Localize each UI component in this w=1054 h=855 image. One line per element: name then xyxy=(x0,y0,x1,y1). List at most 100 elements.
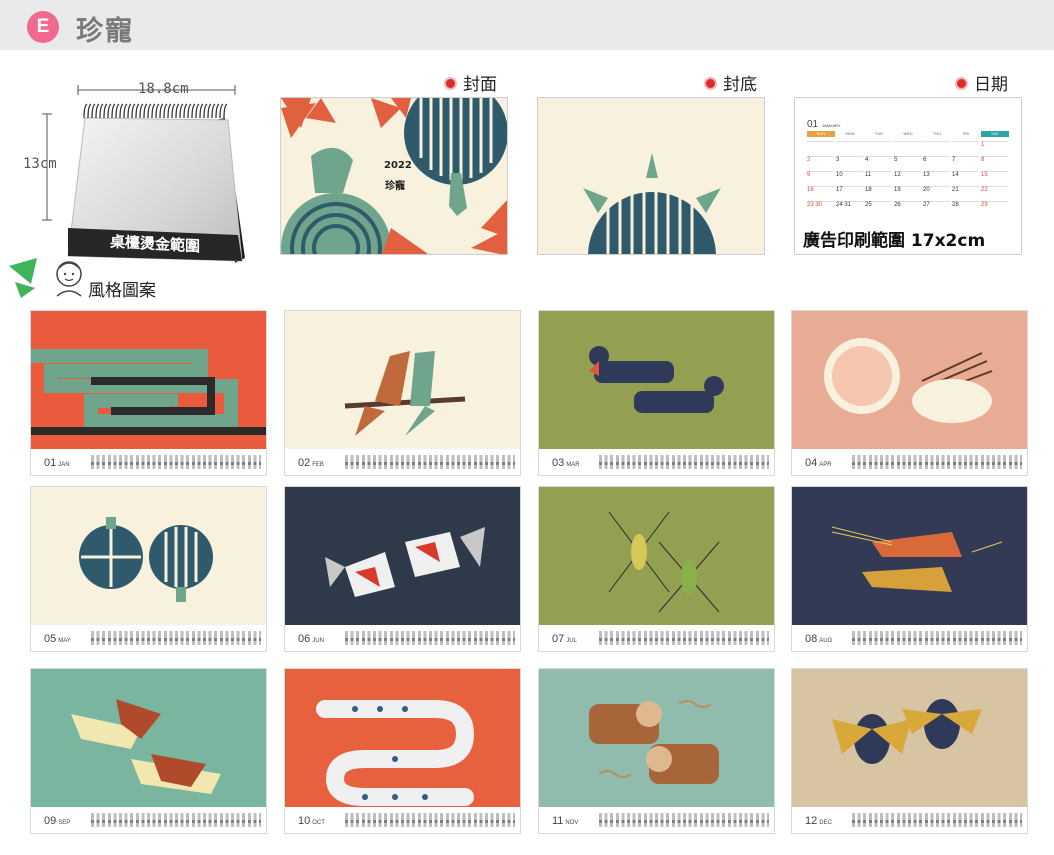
calendar-day xyxy=(865,141,892,154)
month-illustration xyxy=(608,511,720,613)
month-date-strip: 08 AUG xyxy=(792,625,1027,651)
month-number: 08 xyxy=(805,633,818,645)
month-illustration xyxy=(325,527,485,597)
month-number: 02 xyxy=(298,457,311,469)
month-artwork xyxy=(31,311,266,449)
month-date-strip: 03 MAR xyxy=(539,449,774,475)
weekday-header: SUN xyxy=(807,131,835,137)
month-label: 11 NOV xyxy=(552,815,578,827)
month-illustration xyxy=(71,699,221,794)
month-label: 02 FEB xyxy=(298,457,324,469)
section-badge: E xyxy=(27,11,59,43)
calendar-day: 24 31 xyxy=(836,201,863,214)
cover-preview: 2022 珍寵 xyxy=(280,97,508,255)
dates-row xyxy=(91,638,261,641)
calendar-day: 25 xyxy=(865,201,892,214)
month-artwork xyxy=(285,669,520,807)
calendar-day: 5 xyxy=(894,156,921,169)
month-card-08: 08 AUG xyxy=(791,486,1028,652)
month-card-04: 04 APR xyxy=(791,310,1028,476)
dates-row xyxy=(599,638,769,641)
style-section-icon xyxy=(9,258,82,298)
month-illustration xyxy=(31,349,266,435)
calendar-day xyxy=(836,141,863,154)
month-name: OCT xyxy=(312,820,325,826)
month-illustration xyxy=(316,700,475,806)
calendar-day: 18 xyxy=(865,186,892,199)
month-label: 07 JUL xyxy=(552,633,577,645)
month-name: APR xyxy=(819,462,832,468)
month-date-strip: 07 JUL xyxy=(539,625,774,651)
dates-row xyxy=(345,462,515,465)
calendar-day: 21 xyxy=(952,186,979,199)
month-label: 05 MAY xyxy=(44,633,71,645)
calendar-day: 7 xyxy=(952,156,979,169)
month-date-strip: 01 JAN xyxy=(31,449,266,475)
calendar-day: 2 xyxy=(807,156,834,169)
dates-row xyxy=(345,638,515,641)
calendar-day xyxy=(952,141,979,154)
weekday-header: THU xyxy=(923,131,951,137)
calendar-day: 28 xyxy=(952,201,979,214)
calendar-day: 26 xyxy=(894,201,921,214)
calendar-day: 17 xyxy=(836,186,863,199)
cover-label: 封面 xyxy=(446,70,497,95)
cover-year: 2022 xyxy=(384,160,412,171)
back-label: 封底 xyxy=(706,70,757,95)
month-date-strip: 12 DEC xyxy=(792,807,1027,833)
month-name: NOV xyxy=(565,820,579,826)
month-date-strip: 10 OCT xyxy=(285,807,520,833)
calendar-day: 10 xyxy=(836,171,863,184)
month-artwork xyxy=(792,311,1027,449)
weekday-header: SAT xyxy=(981,131,1009,137)
calendar-day: 4 xyxy=(865,156,892,169)
calendar-day: 16 xyxy=(807,186,834,199)
calendar-day: 15 xyxy=(981,171,1008,184)
calendar-day: 13 xyxy=(923,171,950,184)
month-artwork xyxy=(539,669,774,807)
bullet-dot-icon xyxy=(446,79,455,88)
dates-row xyxy=(91,462,261,465)
month-label: 12 DEC xyxy=(805,815,832,827)
month-number: 09 xyxy=(44,815,57,827)
month-card-01: 01 JAN xyxy=(30,310,267,476)
month-number: 10 xyxy=(298,815,311,827)
month-illustration xyxy=(344,351,466,436)
month-illustration xyxy=(831,526,1003,592)
calendar-day: 14 xyxy=(952,171,979,184)
back-cover-artwork xyxy=(538,98,764,254)
cover-title: 珍寵 xyxy=(385,181,405,192)
month-card-02: 02 FEB xyxy=(284,310,521,476)
calendar-day: 19 xyxy=(894,186,921,199)
month-date-strip: 09 SEP xyxy=(31,807,266,833)
page-title: 珍寵 xyxy=(76,16,134,47)
dates-row xyxy=(599,462,769,465)
month-card-05: 05 MAY xyxy=(30,486,267,652)
calendar-day: 6 xyxy=(923,156,950,169)
calendar-day: 29 xyxy=(981,201,1008,214)
month-illustration xyxy=(589,700,719,784)
weekday-header: WED xyxy=(894,131,922,137)
month-name: MAR xyxy=(566,462,580,468)
bullet-dot-icon xyxy=(957,79,966,88)
calendar-day xyxy=(807,141,834,154)
ad-print-range-label: 廣告印刷範圍 17x2cm xyxy=(803,231,986,251)
back-preview xyxy=(537,97,765,255)
month-number: 03 xyxy=(552,457,565,469)
calendar-day: 11 xyxy=(865,171,892,184)
dates-row xyxy=(91,820,261,823)
month-artwork xyxy=(792,669,1027,807)
header-bar: E 珍寵 xyxy=(0,0,1054,50)
month-number: 01 xyxy=(44,457,57,469)
calendar-day: 20 xyxy=(923,186,950,199)
month-card-10: 10 OCT xyxy=(284,668,521,834)
month-artwork xyxy=(285,311,520,449)
weekday-header: MON xyxy=(836,131,864,137)
month-name: FEB xyxy=(312,462,324,468)
dates-row xyxy=(852,638,1022,641)
month-illustration xyxy=(824,338,993,423)
month-label: 06 JUN xyxy=(298,633,324,645)
dates-row xyxy=(599,820,769,823)
calendar-day: 1 xyxy=(981,141,1008,154)
style-pattern-label: 風格圖案 xyxy=(88,281,156,301)
